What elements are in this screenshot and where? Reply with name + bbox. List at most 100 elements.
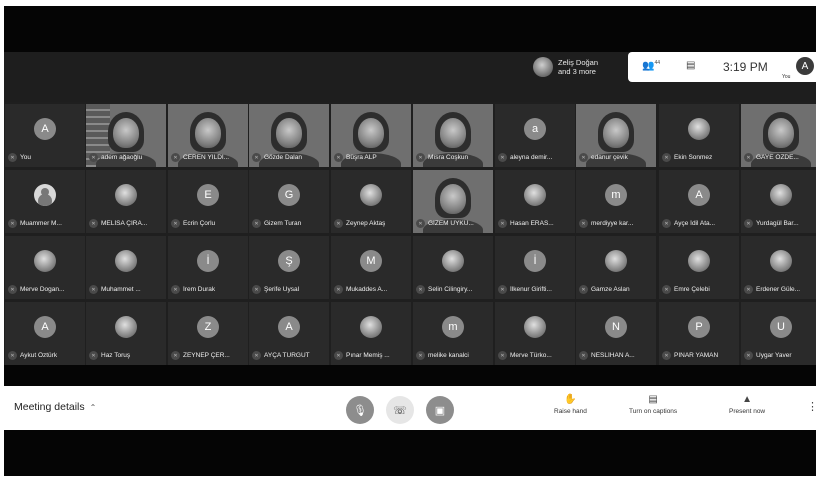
camera-toggle-button[interactable]: ▣	[426, 396, 454, 424]
participant-name: Merve Türko...	[510, 352, 552, 359]
participant-name: merdiyye kar...	[591, 220, 634, 227]
mic-muted-icon: ✕	[8, 153, 17, 162]
participant-tile[interactable]: ✕ Muammer M...	[5, 170, 85, 233]
presenter-more: and 3 more	[558, 67, 596, 76]
leave-call-button[interactable]: ☏	[386, 396, 414, 424]
participant-name-row: ✕ Selin Cilingiry...	[416, 285, 493, 294]
mic-muted-icon: ✕	[8, 219, 17, 228]
participant-tile[interactable]: ✕ Zeynep Aktaş	[331, 170, 411, 233]
participant-tile[interactable]: ✕ Pınar Memiş ...	[331, 302, 411, 365]
present-now-button[interactable]: ▲ Present now	[729, 394, 765, 415]
participant-tile[interactable]: E ✕ Ecrin Çorlu	[168, 170, 248, 233]
participant-name: Muammer M...	[20, 220, 62, 227]
participant-tile[interactable]: ✕ Hasan ERAS...	[495, 170, 575, 233]
participant-tile[interactable]: ✕ Selin Cilingiry...	[413, 236, 493, 299]
participant-avatar	[360, 316, 382, 338]
mic-toggle-button[interactable]: 🎙	[346, 396, 374, 424]
participant-tile[interactable]: İ ✕ İrem Durak	[168, 236, 248, 299]
mic-muted-icon: ✕	[8, 285, 17, 294]
participant-tile[interactable]: ✕ Ekin Sonmez	[659, 104, 739, 167]
video-face	[603, 118, 629, 148]
participant-tile[interactable]: ✕ CEREN YILDI...	[168, 104, 248, 167]
participant-name: Yurdagül Bar...	[756, 220, 799, 227]
participant-name-row: ✕ Yurdagül Bar...	[744, 219, 816, 228]
participant-tile[interactable]: ✕ GAYE ÖZDE...	[741, 104, 816, 167]
participant-tile[interactable]: ✕ adem ağaoğlu	[86, 104, 166, 167]
presenter-chip[interactable]: Zeliş Doğan and 3 more	[530, 54, 626, 80]
more-vert-icon[interactable]: ⋮	[807, 400, 816, 413]
participant-tile[interactable]: P ✕ PINAR YAMAN	[659, 302, 739, 365]
self-avatar[interactable]: A	[796, 57, 814, 75]
mic-muted-icon: ✕	[171, 153, 180, 162]
participant-tile[interactable]: ✕ Büşra ALP	[331, 104, 411, 167]
video-face	[440, 118, 466, 148]
people-icon[interactable]: 👥44	[642, 60, 660, 71]
chat-icon[interactable]: ▤	[686, 60, 695, 71]
participant-avatar: N	[605, 316, 627, 338]
participant-tile[interactable]: ✕ edanur çevik	[576, 104, 656, 167]
mic-muted-icon: ✕	[744, 351, 753, 360]
mic-muted-icon: ✕	[744, 153, 753, 162]
participant-avatar	[524, 316, 546, 338]
participant-name-row: ✕ Ayçe İdil Ata...	[662, 219, 739, 228]
participant-name: Hasan ERAS...	[510, 220, 554, 227]
clock: 3:19 PM	[723, 60, 768, 74]
captions-button[interactable]: ▤ Turn on captions	[629, 394, 677, 415]
participant-tile[interactable]: A ✕ AYÇA TURĞUT	[249, 302, 329, 365]
participant-tile[interactable]: N ✕ NESLİHAN A...	[576, 302, 656, 365]
participant-name-row: ✕ Şerife Uysal	[252, 285, 329, 294]
participant-tile[interactable]: Z ✕ ZEYNEP ÇER...	[168, 302, 248, 365]
participant-tile[interactable]: ✕ MELİSA ÇIRA...	[86, 170, 166, 233]
participant-tile[interactable]: U ✕ Uygar Yaver	[741, 302, 816, 365]
participant-name-row: ✕ GİZEM UYKU...	[416, 219, 493, 228]
participant-tile[interactable]: ✕ Gözde Dalan	[249, 104, 329, 167]
meeting-details-button[interactable]: Meeting details ⌃	[14, 401, 96, 413]
participant-tile[interactable]: m ✕ merdiyye kar...	[576, 170, 656, 233]
mic-muted-icon: ✕	[416, 285, 425, 294]
participant-tile[interactable]: ✕ Emre Çelebi	[659, 236, 739, 299]
participant-tile[interactable]: ✕ Merve Türko...	[495, 302, 575, 365]
video-face	[440, 184, 466, 214]
participant-name: Merve Dogan...	[20, 286, 65, 293]
participant-avatar: P	[688, 316, 710, 338]
participant-name-row: ✕ PINAR YAMAN	[662, 351, 739, 360]
participant-avatar	[34, 184, 56, 206]
mic-muted-icon: ✕	[252, 285, 261, 294]
participant-tile[interactable]: Ş ✕ Şerife Uysal	[249, 236, 329, 299]
participant-tile[interactable]: A ✕ Aykut Öztürk	[5, 302, 85, 365]
participant-name: İrem Durak	[183, 286, 216, 293]
presenter-name: Zeliş Doğan	[558, 58, 599, 67]
participant-tile[interactable]: A ✕ Ayçe İdil Ata...	[659, 170, 739, 233]
participant-name: Ayçe İdil Ata...	[674, 220, 716, 227]
mic-muted-icon: ✕	[171, 285, 180, 294]
participant-avatar: Z	[197, 316, 219, 338]
participant-name-row: ✕ Gizem Turan	[252, 219, 329, 228]
participant-name-row: ✕ Aykut Öztürk	[8, 351, 85, 360]
participant-tile[interactable]: A ✕ You	[5, 104, 85, 167]
participant-name-row: ✕ Muammer M...	[8, 219, 85, 228]
participant-tile[interactable]: İ ✕ İlkenur Girifti...	[495, 236, 575, 299]
participant-tile[interactable]: ✕ Muhammet ...	[86, 236, 166, 299]
participant-tile[interactable]: ✕ Mısra Coşkun	[413, 104, 493, 167]
participant-tile[interactable]: a ✕ aleyna demir...	[495, 104, 575, 167]
participant-avatar	[442, 250, 464, 272]
participant-tile[interactable]: G ✕ Gizem Turan	[249, 170, 329, 233]
participant-name-row: ✕ CEREN YILDI...	[171, 153, 248, 162]
video-face	[113, 118, 139, 148]
participant-tile[interactable]: ✕ Yurdagül Bar...	[741, 170, 816, 233]
mic-muted-icon: ✕	[334, 219, 343, 228]
participant-tile[interactable]: M ✕ Mukaddes A...	[331, 236, 411, 299]
participant-name: Gözde Dalan	[264, 154, 302, 161]
participant-tile[interactable]: ✕ Merve Dogan...	[5, 236, 85, 299]
meeting-window: Zeliş Doğan and 3 more 👥44 ▤ 3:19 PM A Y…	[4, 6, 816, 476]
participant-avatar: A	[34, 118, 56, 140]
participant-tile[interactable]: ✕ Haz Toruş	[86, 302, 166, 365]
participant-name-row: ✕ Ecrin Çorlu	[171, 219, 248, 228]
participant-tile[interactable]: m ✕ melike kanalci	[413, 302, 493, 365]
mic-muted-icon: ✕	[8, 351, 17, 360]
participant-tile[interactable]: ✕ GİZEM UYKU...	[413, 170, 493, 233]
participant-tile[interactable]: ✕ Gamze Aslan	[576, 236, 656, 299]
raise-hand-button[interactable]: ✋ Raise hand	[554, 394, 587, 415]
participant-tile[interactable]: ✕ Erdener Güle...	[741, 236, 816, 299]
participant-name-row: ✕ Haz Toruş	[89, 351, 166, 360]
